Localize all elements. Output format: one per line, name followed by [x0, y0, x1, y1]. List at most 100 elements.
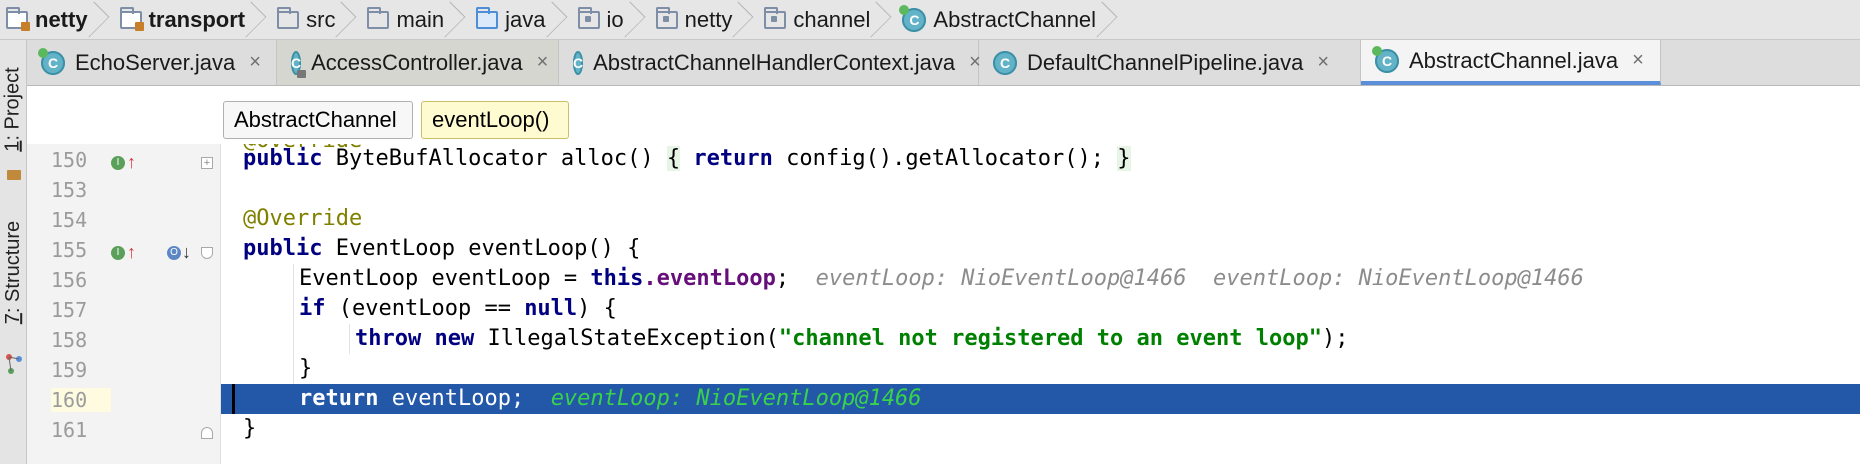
editor-gutter[interactable]: 150 153 154 155 156 157 158 159 160 161 … [27, 144, 221, 464]
text-cursor [232, 384, 235, 414]
tab-label: DefaultChannelPipeline.java [1027, 49, 1304, 75]
punctuation-token: ; [775, 266, 790, 291]
breadcrumb-io[interactable]: io [572, 0, 650, 40]
keyword-token: return [693, 146, 773, 171]
string-literal-token: "channel not registered to an event loop… [778, 326, 1322, 351]
breadcrumb-netty-module[interactable]: netty [0, 0, 114, 40]
breadcrumb-java[interactable]: java [470, 0, 571, 40]
code-line-157: if (eventLoop == null) { [299, 294, 1860, 324]
debugger-inline-value: eventLoop: NioEventLoop@1466 [550, 386, 922, 411]
line-number: 154 [51, 208, 88, 232]
method-signature-token: eventLoop() { [468, 236, 641, 261]
keyword-token: public [243, 236, 323, 261]
execution-point-line: return eventLoop; eventLoop: NioEventLoo… [221, 384, 1860, 414]
breadcrumb-label: main [396, 6, 445, 32]
close-tab-icon[interactable]: × [249, 51, 261, 74]
tab-abstractchannel[interactable]: C AbstractChannel.java × [1361, 40, 1661, 85]
tab-abstractchannelhandlercontext[interactable]: C AbstractChannelHandlerContext.java × [559, 40, 981, 85]
folded-brace-token: } [1117, 146, 1131, 171]
breadcrumb-label: io [606, 6, 624, 32]
tab-label: AbstractChannelHandlerContext.java [593, 49, 956, 75]
breadcrumb-channel[interactable]: channel [758, 0, 896, 40]
source-folder-icon [476, 6, 499, 29]
editor-tab-bar: C EchoServer.java × C AccessController.j… [27, 40, 1860, 86]
class-icon: C [573, 50, 584, 75]
overridden-gutter-icon[interactable]: O ↓ [167, 242, 191, 263]
breadcrumb-label: netty [35, 6, 88, 32]
keyword-token: this [590, 266, 644, 291]
class-icon: C [1372, 45, 1399, 73]
breadcrumb-transport-module[interactable]: transport [114, 0, 272, 40]
tab-label: EchoServer.java [75, 49, 236, 75]
brace-token: } [299, 356, 313, 381]
project-tool-window-button[interactable]: 1: Project [0, 44, 27, 174]
expand-fold-icon[interactable]: + [201, 157, 213, 169]
code-line-156: EventLoop eventLoop = this.eventLoop; ev… [299, 264, 1860, 294]
implements-gutter-icon[interactable]: I ↑ [111, 242, 136, 263]
editor-structure-breadcrumb: AbstractChannel eventLoop() [27, 86, 1860, 144]
type-token: EventLoop [299, 266, 419, 291]
line-number: 158 [51, 328, 88, 352]
code-editor[interactable]: @Override public ByteBufAllocator alloc(… [221, 144, 1860, 464]
field-token: .eventLoop [643, 266, 776, 291]
code-line-159: } [299, 354, 1860, 384]
package-icon [577, 6, 600, 29]
keyword-token: if [299, 296, 326, 321]
tab-defaultchannelpipeline[interactable]: C DefaultChannelPipeline.java × [979, 40, 1361, 85]
line-number: 153 [51, 178, 88, 202]
code-line-155: public EventLoop eventLoop() { [243, 234, 1860, 264]
tab-label: AccessController.java [311, 49, 523, 75]
structure-tool-window-button[interactable]: 7: Structure [0, 198, 27, 346]
folded-brace-token: { [666, 146, 681, 171]
code-line-154: @Override [243, 204, 1860, 234]
collapse-fold-icon[interactable] [201, 247, 213, 259]
line-number: 157 [51, 298, 88, 322]
method-breadcrumb-chip[interactable]: eventLoop() [421, 101, 569, 139]
close-tab-icon[interactable]: × [1317, 51, 1329, 74]
keyword-token: null [524, 296, 578, 321]
project-tool-number: 1 [2, 140, 25, 152]
code-line-161: } [243, 414, 1860, 444]
line-number: 156 [51, 268, 88, 292]
structure-tool-label: : Structure [2, 220, 25, 313]
package-icon [655, 6, 678, 29]
code-line-150: public ByteBufAllocator alloc() { return… [243, 144, 1860, 174]
breadcrumb-abstractchannel[interactable]: C AbstractChannel [896, 0, 1122, 40]
debugger-inline-value: eventLoop: NioEventLoop@1466 [1212, 266, 1584, 291]
breadcrumb-src[interactable]: src [271, 0, 361, 40]
line-number: 161 [51, 418, 88, 442]
close-tab-icon[interactable]: × [1632, 49, 1644, 72]
keyword-token: throw [355, 326, 422, 351]
expression-token: config().getAllocator(); [786, 146, 1104, 171]
keyword-token: new [434, 326, 475, 351]
breadcrumb-main[interactable]: main [361, 0, 470, 40]
code-line-158: throw new IllegalStateException("channel… [355, 324, 1860, 354]
implements-gutter-icon[interactable]: I ↑ [111, 152, 136, 173]
type-token: IllegalStateException( [487, 326, 779, 351]
project-tool-label: : Project [2, 66, 25, 141]
breadcrumb-netty-package[interactable]: netty [650, 0, 759, 40]
package-icon [764, 6, 787, 29]
expression-token: (eventLoop == [338, 296, 511, 321]
tab-echoserver[interactable]: C EchoServer.java × [27, 40, 277, 85]
project-folder-icon [0, 170, 27, 180]
left-tool-window-strip: 1: Project 7: Structure [0, 40, 27, 464]
keyword-token: public [243, 146, 323, 171]
collapse-fold-icon[interactable] [201, 427, 213, 439]
type-token: ByteBufAllocator [335, 146, 548, 171]
locked-class-icon: C [291, 50, 307, 78]
close-tab-icon[interactable]: × [537, 51, 549, 74]
class-icon: C [38, 47, 65, 75]
breadcrumb-label: java [505, 6, 546, 32]
breadcrumb-label: AbstractChannel [933, 6, 1097, 32]
breadcrumb-label: channel [793, 6, 871, 32]
class-icon: C [899, 4, 927, 32]
line-number: 160 [51, 388, 111, 412]
punctuation-token: ); [1321, 326, 1349, 351]
class-breadcrumb-chip[interactable]: AbstractChannel [223, 101, 413, 139]
line-number: 159 [51, 358, 88, 382]
declaration-token: eventLoop = [431, 266, 578, 291]
tab-accesscontroller[interactable]: C AccessController.java × [277, 40, 559, 85]
indent-guide [293, 264, 294, 384]
